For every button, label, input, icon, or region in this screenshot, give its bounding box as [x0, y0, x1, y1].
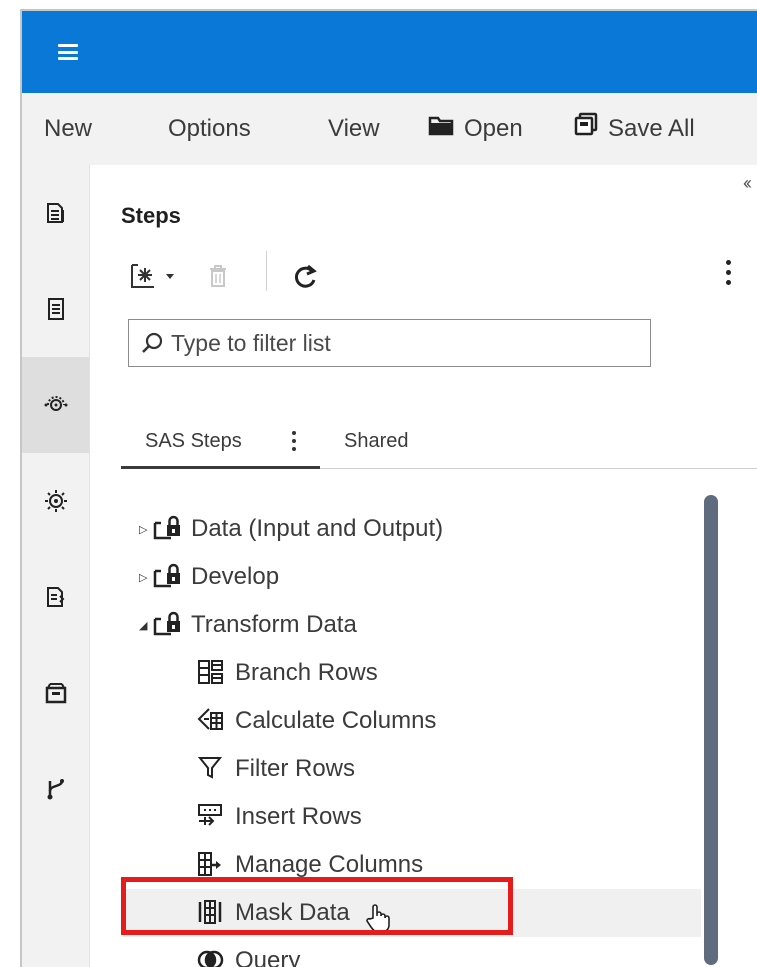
tree-label: Filter Rows	[235, 755, 356, 782]
rail-document-icon[interactable]	[22, 261, 89, 357]
active-tab-indicator	[121, 466, 320, 469]
rail-settings-icon[interactable]	[22, 453, 89, 549]
hamburger-menu-icon[interactable]	[58, 44, 78, 60]
tree-step-mask-data[interactable]: Mask Data	[121, 889, 701, 937]
refresh-icon[interactable]	[290, 261, 320, 291]
filter-input[interactable]	[171, 329, 641, 357]
tree-label: Query	[235, 947, 301, 967]
folder-lock-icon	[153, 611, 183, 639]
rail-steps-icon[interactable]	[22, 357, 89, 453]
open-button[interactable]: Open	[428, 93, 523, 165]
tree-label: Develop	[191, 563, 280, 590]
save-all-icon	[574, 93, 598, 165]
tab-shared[interactable]: Shared	[344, 405, 409, 469]
menu-view-label: View	[328, 115, 380, 142]
rail-snippets-icon[interactable]	[22, 549, 89, 645]
rail-libraries-icon[interactable]	[22, 645, 89, 741]
tree-label: Data (Input and Output)	[191, 515, 444, 542]
pane-title: Steps	[121, 203, 181, 228]
steps-tree: ▷ Data (Input and Output) ▷ Develop ◢ Tr…	[90, 485, 757, 967]
insert-rows-icon	[197, 803, 227, 831]
caret-collapsed-icon[interactable]: ▷	[139, 523, 153, 536]
folder-lock-icon	[153, 563, 183, 591]
tree-label: Calculate Columns	[235, 707, 437, 734]
more-options-icon[interactable]	[726, 260, 732, 288]
tree-step-insert-rows[interactable]: Insert Rows	[121, 793, 701, 841]
rail-open-item-icon[interactable]	[22, 165, 89, 261]
save-all-label: Save All	[608, 115, 695, 142]
caret-collapsed-icon[interactable]: ▷	[139, 571, 153, 584]
tree-scrollbar[interactable]	[704, 495, 718, 965]
frame-left	[0, 0, 21, 967]
calculate-columns-icon	[197, 707, 227, 735]
caret-expanded-icon[interactable]: ◢	[139, 619, 153, 632]
rail-git-icon[interactable]	[22, 741, 89, 837]
filter-box[interactable]	[128, 319, 651, 367]
delete-icon[interactable]	[206, 261, 230, 291]
toolbar-separator	[266, 251, 267, 291]
manage-columns-icon	[197, 851, 227, 879]
steps-tabs: SAS Steps Shared	[121, 405, 757, 469]
save-all-button[interactable]: Save All	[574, 93, 695, 165]
tree-label: Mask Data	[235, 899, 350, 926]
folder-icon	[428, 93, 454, 165]
steps-pane: ‹‹ Steps SAS Steps Shared ▷	[90, 165, 757, 967]
title-bar	[22, 11, 757, 93]
query-icon	[197, 947, 227, 967]
new-step-button[interactable]	[128, 261, 180, 291]
tree-label: Transform Data	[191, 611, 357, 638]
tab-options-icon[interactable]	[292, 431, 296, 451]
tree-label: Manage Columns	[235, 851, 424, 878]
tree-step-branch-rows[interactable]: Branch Rows	[121, 649, 701, 697]
tree-label: Branch Rows	[235, 659, 378, 686]
menu-bar: New Options View Open Save All	[22, 93, 757, 165]
filter-icon	[197, 755, 227, 783]
app-window: New Options View Open Save All ‹‹ Steps …	[22, 11, 757, 967]
folder-lock-icon	[153, 515, 183, 543]
menu-options[interactable]: Options	[168, 93, 251, 165]
branch-rows-icon	[197, 659, 227, 687]
open-label: Open	[464, 115, 523, 142]
tree-group-develop[interactable]: ▷ Develop	[121, 553, 701, 601]
search-icon	[142, 332, 163, 353]
tree-step-calculate-columns[interactable]: Calculate Columns	[121, 697, 701, 745]
collapse-pane-icon[interactable]: ‹‹	[743, 173, 752, 194]
tree-step-filter-rows[interactable]: Filter Rows	[121, 745, 701, 793]
tree-group-transform-data[interactable]: ◢ Transform Data	[121, 601, 701, 649]
tree-step-manage-columns[interactable]: Manage Columns	[121, 841, 701, 889]
navigation-rail	[22, 165, 90, 967]
menu-new-label: New	[44, 115, 93, 142]
tab-sas-steps[interactable]: SAS Steps	[145, 405, 242, 469]
tree-group-data-input-output[interactable]: ▷ Data (Input and Output)	[121, 505, 701, 553]
mask-data-icon	[197, 899, 227, 927]
menu-options-label: Options	[168, 115, 251, 142]
menu-view[interactable]: View	[328, 93, 380, 165]
menu-new[interactable]: New	[44, 93, 92, 165]
hand-cursor-icon	[365, 903, 390, 941]
tree-label: Insert Rows	[235, 803, 362, 830]
tree-step-query[interactable]: Query	[121, 937, 701, 967]
